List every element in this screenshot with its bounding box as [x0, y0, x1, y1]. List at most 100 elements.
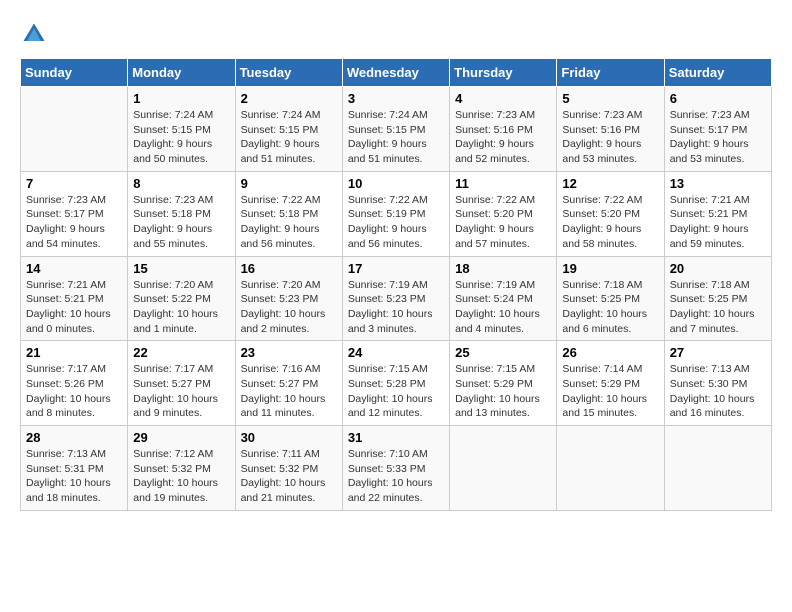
- day-info: Sunrise: 7:23 AM Sunset: 5:16 PM Dayligh…: [455, 108, 551, 167]
- calendar-day-cell: 13 Sunrise: 7:21 AM Sunset: 5:21 PM Dayli…: [664, 171, 771, 256]
- day-number: 26: [562, 345, 658, 360]
- day-info: Sunrise: 7:24 AM Sunset: 5:15 PM Dayligh…: [348, 108, 444, 167]
- day-number: 16: [241, 261, 337, 276]
- day-info: Sunrise: 7:21 AM Sunset: 5:21 PM Dayligh…: [26, 278, 122, 337]
- calendar-table: SundayMondayTuesdayWednesdayThursdayFrid…: [20, 58, 772, 511]
- calendar-day-cell: 20 Sunrise: 7:18 AM Sunset: 5:25 PM Dayli…: [664, 256, 771, 341]
- calendar-day-cell: 11Sunrise: 7:22 AM Sunset: 5:20 PM Dayli…: [450, 171, 557, 256]
- calendar-day-cell: 15 Sunrise: 7:20 AM Sunset: 5:22 PM Dayli…: [128, 256, 235, 341]
- day-info: Sunrise: 7:13 AM Sunset: 5:31 PM Dayligh…: [26, 447, 122, 506]
- calendar-day-cell: 8Sunrise: 7:23 AM Sunset: 5:18 PM Daylig…: [128, 171, 235, 256]
- day-number: 14: [26, 261, 122, 276]
- day-info: Sunrise: 7:13 AM Sunset: 5:30 PM Dayligh…: [670, 362, 766, 421]
- logo-icon: [20, 20, 48, 48]
- calendar-day-cell: 30Sunrise: 7:11 AM Sunset: 5:32 PM Dayli…: [235, 426, 342, 511]
- day-info: Sunrise: 7:23 AM Sunset: 5:17 PM Dayligh…: [670, 108, 766, 167]
- calendar-week-row: 28Sunrise: 7:13 AM Sunset: 5:31 PM Dayli…: [21, 426, 772, 511]
- calendar-day-cell: 17 Sunrise: 7:19 AM Sunset: 5:23 PM Dayli…: [342, 256, 449, 341]
- day-number: 13: [670, 176, 766, 191]
- day-info: Sunrise: 7:14 AM Sunset: 5:29 PM Dayligh…: [562, 362, 658, 421]
- calendar-day-cell: 5 Sunrise: 7:23 AM Sunset: 5:16 PM Daylig…: [557, 87, 664, 172]
- day-number: 23: [241, 345, 337, 360]
- calendar-header-cell: Friday: [557, 59, 664, 87]
- calendar-day-cell: 19Sunrise: 7:18 AM Sunset: 5:25 PM Dayli…: [557, 256, 664, 341]
- day-info: Sunrise: 7:20 AM Sunset: 5:23 PM Dayligh…: [241, 278, 337, 337]
- day-number: 12: [562, 176, 658, 191]
- calendar-header-cell: Tuesday: [235, 59, 342, 87]
- calendar-day-cell: 18 Sunrise: 7:19 AM Sunset: 5:24 PM Dayli…: [450, 256, 557, 341]
- day-number: 9: [241, 176, 337, 191]
- calendar-day-cell: 1Sunrise: 7:24 AM Sunset: 5:15 PM Daylig…: [128, 87, 235, 172]
- day-number: 3: [348, 91, 444, 106]
- calendar-day-cell: 4Sunrise: 7:23 AM Sunset: 5:16 PM Daylig…: [450, 87, 557, 172]
- day-info: Sunrise: 7:23 AM Sunset: 5:16 PM Dayligh…: [562, 108, 658, 167]
- calendar-header-cell: Wednesday: [342, 59, 449, 87]
- day-info: Sunrise: 7:10 AM Sunset: 5:33 PM Dayligh…: [348, 447, 444, 506]
- day-number: 6: [670, 91, 766, 106]
- day-info: Sunrise: 7:16 AM Sunset: 5:27 PM Dayligh…: [241, 362, 337, 421]
- calendar-day-cell: 26 Sunrise: 7:14 AM Sunset: 5:29 PM Dayli…: [557, 341, 664, 426]
- calendar-day-cell: 3 Sunrise: 7:24 AM Sunset: 5:15 PM Daylig…: [342, 87, 449, 172]
- calendar-day-cell: 28Sunrise: 7:13 AM Sunset: 5:31 PM Dayli…: [21, 426, 128, 511]
- day-number: 10: [348, 176, 444, 191]
- calendar-day-cell: [450, 426, 557, 511]
- day-number: 20: [670, 261, 766, 276]
- calendar-header-row: SundayMondayTuesdayWednesdayThursdayFrid…: [21, 59, 772, 87]
- day-info: Sunrise: 7:21 AM Sunset: 5:21 PM Dayligh…: [670, 193, 766, 252]
- calendar-day-cell: 23 Sunrise: 7:16 AM Sunset: 5:27 PM Dayli…: [235, 341, 342, 426]
- day-number: 17: [348, 261, 444, 276]
- day-number: 25: [455, 345, 551, 360]
- calendar-week-row: 21Sunrise: 7:17 AM Sunset: 5:26 PM Dayli…: [21, 341, 772, 426]
- day-number: 15: [133, 261, 229, 276]
- calendar-header-cell: Thursday: [450, 59, 557, 87]
- calendar-day-cell: 6 Sunrise: 7:23 AM Sunset: 5:17 PM Daylig…: [664, 87, 771, 172]
- day-info: Sunrise: 7:15 AM Sunset: 5:29 PM Dayligh…: [455, 362, 551, 421]
- calendar-week-row: 14 Sunrise: 7:21 AM Sunset: 5:21 PM Dayli…: [21, 256, 772, 341]
- calendar-day-cell: [21, 87, 128, 172]
- calendar-day-cell: 31 Sunrise: 7:10 AM Sunset: 5:33 PM Dayli…: [342, 426, 449, 511]
- day-info: Sunrise: 7:23 AM Sunset: 5:17 PM Dayligh…: [26, 193, 122, 252]
- calendar-day-cell: 2 Sunrise: 7:24 AM Sunset: 5:15 PM Daylig…: [235, 87, 342, 172]
- day-number: 11: [455, 176, 551, 191]
- day-info: Sunrise: 7:20 AM Sunset: 5:22 PM Dayligh…: [133, 278, 229, 337]
- day-info: Sunrise: 7:19 AM Sunset: 5:24 PM Dayligh…: [455, 278, 551, 337]
- day-number: 24: [348, 345, 444, 360]
- day-info: Sunrise: 7:18 AM Sunset: 5:25 PM Dayligh…: [562, 278, 658, 337]
- day-number: 8: [133, 176, 229, 191]
- day-number: 21: [26, 345, 122, 360]
- day-number: 7: [26, 176, 122, 191]
- calendar-day-cell: 24 Sunrise: 7:15 AM Sunset: 5:28 PM Dayli…: [342, 341, 449, 426]
- day-number: 29: [133, 430, 229, 445]
- calendar-week-row: 7 Sunrise: 7:23 AM Sunset: 5:17 PM Daylig…: [21, 171, 772, 256]
- calendar-day-cell: 21Sunrise: 7:17 AM Sunset: 5:26 PM Dayli…: [21, 341, 128, 426]
- calendar-header-cell: Saturday: [664, 59, 771, 87]
- day-info: Sunrise: 7:22 AM Sunset: 5:18 PM Dayligh…: [241, 193, 337, 252]
- day-info: Sunrise: 7:22 AM Sunset: 5:20 PM Dayligh…: [562, 193, 658, 252]
- day-info: Sunrise: 7:24 AM Sunset: 5:15 PM Dayligh…: [133, 108, 229, 167]
- calendar-body: 1Sunrise: 7:24 AM Sunset: 5:15 PM Daylig…: [21, 87, 772, 511]
- day-info: Sunrise: 7:15 AM Sunset: 5:28 PM Dayligh…: [348, 362, 444, 421]
- day-number: 18: [455, 261, 551, 276]
- calendar-header-cell: Monday: [128, 59, 235, 87]
- calendar-day-cell: [664, 426, 771, 511]
- calendar-day-cell: 27Sunrise: 7:13 AM Sunset: 5:30 PM Dayli…: [664, 341, 771, 426]
- calendar-day-cell: 7 Sunrise: 7:23 AM Sunset: 5:17 PM Daylig…: [21, 171, 128, 256]
- day-number: 31: [348, 430, 444, 445]
- calendar-day-cell: 10 Sunrise: 7:22 AM Sunset: 5:19 PM Dayli…: [342, 171, 449, 256]
- day-info: Sunrise: 7:19 AM Sunset: 5:23 PM Dayligh…: [348, 278, 444, 337]
- calendar-day-cell: [557, 426, 664, 511]
- day-info: Sunrise: 7:17 AM Sunset: 5:27 PM Dayligh…: [133, 362, 229, 421]
- day-info: Sunrise: 7:24 AM Sunset: 5:15 PM Dayligh…: [241, 108, 337, 167]
- day-info: Sunrise: 7:18 AM Sunset: 5:25 PM Dayligh…: [670, 278, 766, 337]
- calendar-day-cell: 14 Sunrise: 7:21 AM Sunset: 5:21 PM Dayli…: [21, 256, 128, 341]
- calendar-day-cell: 12 Sunrise: 7:22 AM Sunset: 5:20 PM Dayli…: [557, 171, 664, 256]
- day-info: Sunrise: 7:11 AM Sunset: 5:32 PM Dayligh…: [241, 447, 337, 506]
- calendar-week-row: 1Sunrise: 7:24 AM Sunset: 5:15 PM Daylig…: [21, 87, 772, 172]
- calendar-day-cell: 9 Sunrise: 7:22 AM Sunset: 5:18 PM Daylig…: [235, 171, 342, 256]
- calendar-day-cell: 25 Sunrise: 7:15 AM Sunset: 5:29 PM Dayli…: [450, 341, 557, 426]
- day-number: 2: [241, 91, 337, 106]
- calendar-day-cell: 16 Sunrise: 7:20 AM Sunset: 5:23 PM Dayli…: [235, 256, 342, 341]
- day-info: Sunrise: 7:22 AM Sunset: 5:19 PM Dayligh…: [348, 193, 444, 252]
- day-number: 5: [562, 91, 658, 106]
- calendar-day-cell: 22Sunrise: 7:17 AM Sunset: 5:27 PM Dayli…: [128, 341, 235, 426]
